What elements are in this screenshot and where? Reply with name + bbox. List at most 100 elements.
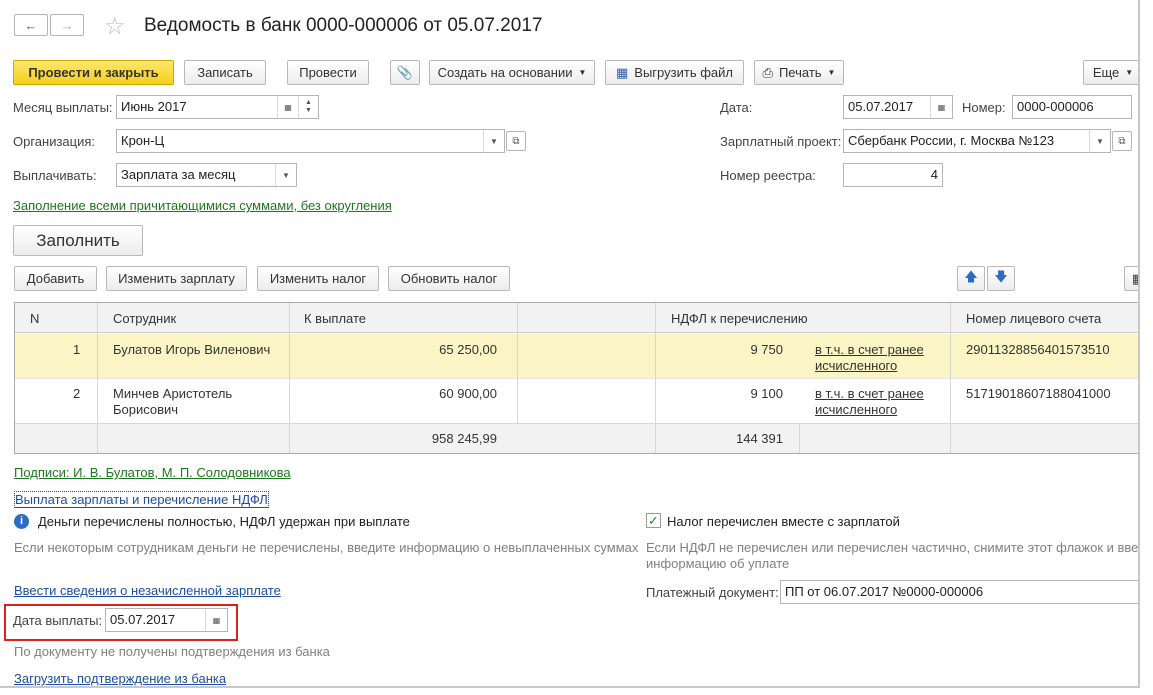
no-confirmation-text: По документу не получены подтверждения и… (14, 644, 330, 659)
calendar-icon: ▦ (937, 102, 946, 112)
save-button[interactable]: Записать (184, 60, 266, 85)
printer-icon: ⎙ (762, 64, 773, 80)
project-open-button[interactable]: ⧉ (1112, 131, 1132, 151)
open-icon: ⧉ (512, 135, 520, 147)
move-up-button[interactable]: 🡅 (957, 266, 985, 291)
money-hint-text: Если некоторым сотрудникам деньги не пер… (14, 540, 639, 555)
registry-label: Номер реестра: (720, 168, 816, 183)
col-header-employee[interactable]: Сотрудник (113, 311, 176, 326)
chevron-down-icon: ▼ (305, 107, 312, 114)
fill-mode-link[interactable]: Заполнение всеми причитающимися суммами,… (13, 198, 392, 213)
back-button[interactable]: ← (14, 14, 48, 36)
attach-button[interactable]: 📎 (390, 60, 420, 85)
col-header-account[interactable]: Номер лицевого счета (966, 311, 1101, 326)
forward-button[interactable]: → (50, 14, 84, 36)
load-confirmation-link[interactable]: Загрузить подтверждение из банка (14, 671, 226, 686)
row1-amount: 65 250,00 (439, 342, 497, 357)
organization-label: Организация: (13, 134, 96, 149)
project-label: Зарплатный проект: (720, 134, 842, 149)
chevron-down-icon: ▼ (1125, 68, 1134, 77)
document-window: ← → ☆ Ведомость в банк 0000-000006 от 05… (0, 0, 1140, 688)
column-divider (289, 303, 290, 453)
date-calendar-button[interactable]: ▦ (930, 95, 953, 119)
project-field[interactable]: Сбербанк России, г. Москва №123 (843, 129, 1090, 153)
change-tax-button[interactable]: Изменить налог (257, 266, 379, 291)
row1-tax-link[interactable]: в т.ч. в счет ранее (815, 342, 924, 357)
pay-type-label: Выплачивать: (13, 168, 97, 183)
pay-type-dropdown[interactable]: ▼ (275, 163, 297, 187)
post-button[interactable]: Провести (287, 60, 369, 85)
signatures-link[interactable]: Подписи: И. В. Булатов, М. П. Солодовник… (14, 465, 291, 480)
pay-date-label: Дата выплаты: (13, 613, 103, 628)
month-field[interactable]: Июнь 2017 (116, 95, 278, 119)
row2-tax-link[interactable]: в т.ч. в счет ранее (815, 386, 924, 401)
post-and-close-button[interactable]: Провести и закрыть (13, 60, 174, 85)
col-header-tax[interactable]: НДФЛ к перечислению (671, 311, 808, 326)
column-divider (799, 424, 800, 453)
more-button[interactable]: Еще ▼ (1083, 60, 1138, 85)
create-based-on-button[interactable]: Создать на основании ▼ (429, 60, 595, 85)
col-header-amount[interactable]: К выплате (304, 311, 366, 326)
payment-link[interactable]: Выплата зарплаты и перечисление НДФЛ (14, 491, 269, 508)
organization-dropdown[interactable]: ▼ (483, 129, 505, 153)
chevron-down-icon: ▼ (827, 68, 836, 77)
row2-tax: 9 100 (750, 386, 783, 401)
chevron-down-icon: ▼ (578, 68, 587, 77)
row-divider (15, 378, 1138, 379)
month-label: Месяц выплаты: (13, 100, 113, 115)
table-footer (15, 424, 1138, 453)
row1-employee: Булатов Игорь Виленович (113, 342, 271, 357)
column-divider (517, 303, 518, 424)
change-salary-button[interactable]: Изменить зарплату (106, 266, 247, 291)
total-amount: 958 245,99 (431, 431, 497, 446)
tax-paid-checkbox[interactable]: ✓ (646, 513, 661, 528)
month-stepper[interactable]: ▲ ▼ (298, 95, 319, 119)
chevron-up-icon: ▲ (305, 99, 312, 106)
payroll-table[interactable]: N Сотрудник К выплате НДФЛ к перечислени… (14, 302, 1138, 454)
table-extra-button[interactable]: ▦ (1124, 266, 1138, 291)
row1-n: 1 (73, 342, 81, 357)
pay-type-field[interactable]: Зарплата за месяц (116, 163, 276, 187)
fill-button[interactable]: Заполнить (13, 225, 143, 256)
pay-date-field[interactable]: 05.07.2017 (105, 608, 206, 632)
organization-open-button[interactable]: ⧉ (506, 131, 526, 151)
row2-account: 51719018607188041000 (966, 386, 1111, 401)
number-field[interactable]: 0000-000006 (1012, 95, 1132, 119)
row2-tax-link-2[interactable]: исчисленного (815, 402, 897, 417)
column-divider (655, 303, 656, 453)
tax-hint-line2: информацию об уплате (646, 556, 790, 571)
info-icon: i (14, 514, 29, 529)
pay-date-calendar-button[interactable]: ▦ (205, 608, 228, 632)
move-down-button[interactable]: 🡇 (987, 266, 1015, 291)
arrow-down-icon: 🡇 (994, 268, 1008, 284)
row2-employee-line2: Борисович (113, 402, 179, 417)
number-label: Номер: (962, 100, 1006, 115)
column-divider (950, 303, 951, 453)
date-field[interactable]: 05.07.2017 (843, 95, 931, 119)
arrow-up-icon: 🡅 (964, 268, 978, 284)
unaccrued-salary-link[interactable]: Ввести сведения о незачисленной зарплате (14, 583, 281, 598)
total-tax: 144 391 (736, 431, 783, 446)
paperclip-icon: 📎 (396, 64, 414, 80)
print-button[interactable]: ⎙ Печать ▼ (754, 60, 844, 85)
payment-doc-field[interactable]: ПП от 06.07.2017 №0000-000006 (780, 580, 1138, 604)
calendar-icon: ▦ (212, 615, 221, 625)
organization-field[interactable]: Крон-Ц (116, 129, 484, 153)
date-label: Дата: (720, 100, 753, 115)
chevron-down-icon: ▼ (1096, 136, 1104, 146)
tax-hint-line1: Если НДФЛ не перечислен или перечислен ч… (646, 540, 1140, 555)
add-row-button[interactable]: Добавить (14, 266, 97, 291)
export-file-button[interactable]: ▦ Выгрузить файл (605, 60, 744, 85)
row1-tax: 9 750 (750, 342, 783, 357)
row1-tax-link-2[interactable]: исчисленного (815, 358, 897, 373)
project-dropdown[interactable]: ▼ (1089, 129, 1111, 153)
month-calendar-button[interactable]: ▦ (277, 95, 299, 119)
open-icon: ⧉ (1118, 135, 1126, 147)
chevron-down-icon: ▼ (282, 170, 290, 180)
col-header-n[interactable]: N (30, 311, 39, 326)
payment-doc-label: Платежный документ: (646, 585, 779, 600)
star-icon[interactable]: ☆ (104, 12, 126, 41)
tax-paid-label: Налог перечислен вместе с зарплатой (667, 514, 900, 529)
update-tax-button[interactable]: Обновить налог (388, 266, 510, 291)
registry-field[interactable]: 4 (843, 163, 943, 187)
